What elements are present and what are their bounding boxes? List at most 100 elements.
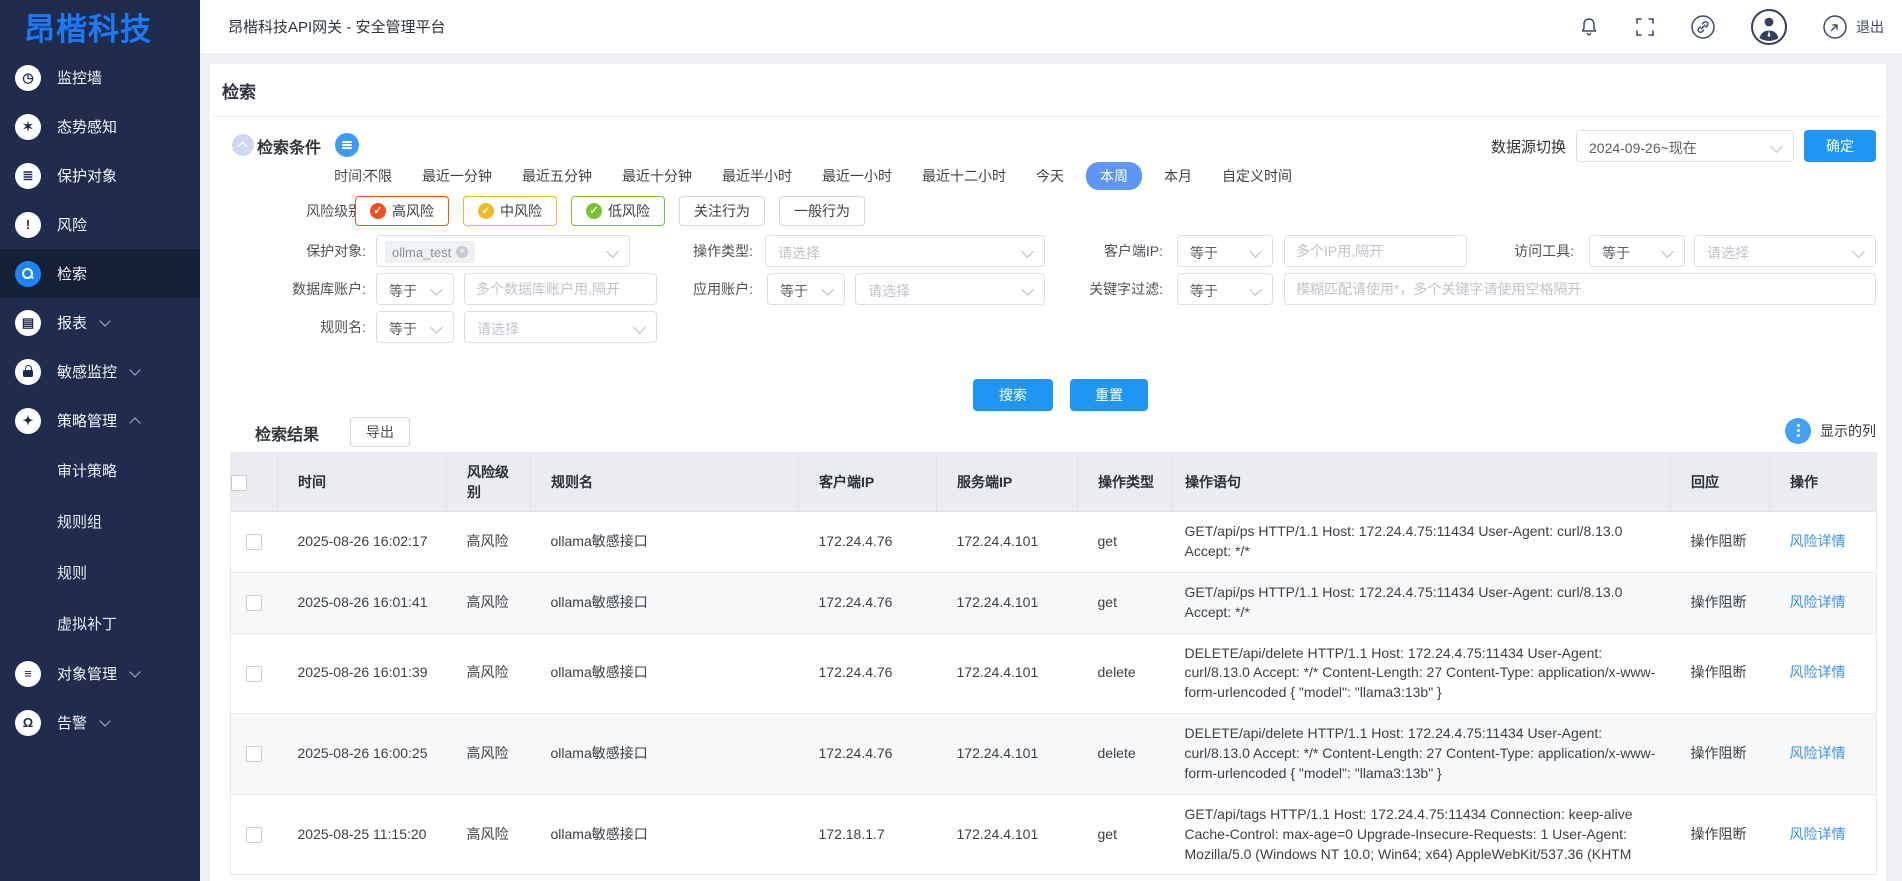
- time-option[interactable]: 最近一分钟: [422, 166, 492, 186]
- notification-bell-icon[interactable]: [1578, 16, 1600, 38]
- sidebar-item-protected-objects[interactable]: ≣保护对象: [0, 151, 200, 200]
- rule-name-label: 规则名:: [210, 311, 366, 343]
- risk-level-button-label: 中风险: [500, 201, 542, 221]
- risk-level-button[interactable]: 一般行为: [779, 196, 865, 226]
- chevron-down-icon: [1852, 245, 1865, 258]
- search-button[interactable]: 搜索: [973, 379, 1053, 411]
- export-button[interactable]: 导出: [350, 417, 410, 447]
- access-tool-label: 访问工具:: [1370, 235, 1574, 267]
- logout-label: 退出: [1856, 17, 1884, 37]
- server-ip-cell: 172.24.4.101: [937, 512, 1078, 573]
- sidebar-subitem-audit-policy[interactable]: 审计策略: [0, 445, 200, 496]
- sidebar-item-reports[interactable]: ▤报表: [0, 298, 200, 347]
- access-tool-operator-select[interactable]: 等于: [1589, 235, 1685, 267]
- time-option[interactable]: 本周: [1086, 162, 1142, 190]
- db-account-operator-select[interactable]: 等于: [376, 273, 454, 305]
- sidebar-item-label: 检索: [57, 263, 87, 284]
- column-header: 风险级别: [447, 453, 531, 512]
- rule-name-cell: ollama敏感接口: [531, 572, 799, 633]
- sidebar-item-monitor-wall[interactable]: ◷监控墙: [0, 53, 200, 102]
- link-icon[interactable]: [1690, 14, 1716, 40]
- sidebar-subitem-rule-group[interactable]: 规则组: [0, 496, 200, 547]
- column-header: 时间: [278, 453, 447, 512]
- datasource-confirm-button[interactable]: 确定: [1804, 130, 1876, 162]
- sidebar-item-policy-management[interactable]: ✦策略管理: [0, 396, 200, 445]
- sidebar-item-search[interactable]: 检索: [0, 249, 200, 298]
- rule-name-select[interactable]: 请选择: [464, 311, 657, 343]
- sidebar-item-label: 敏感监控: [57, 361, 117, 382]
- time-cell: 2025-08-26 16:01:41: [278, 572, 447, 633]
- risk-level-button[interactable]: 关注行为: [679, 196, 765, 226]
- risk-level-button[interactable]: ✓高风险: [355, 196, 449, 226]
- show-columns-toggle[interactable]: 显示的列: [1785, 418, 1876, 444]
- sidebar-subitem-virtual-patch[interactable]: 虚拟补丁: [0, 598, 200, 649]
- risk-level-button-label: 低风险: [608, 201, 650, 221]
- select-all-checkbox[interactable]: [231, 475, 247, 491]
- results-title: 检索结果: [255, 421, 319, 445]
- reset-button[interactable]: 重置: [1070, 379, 1148, 411]
- row-checkbox[interactable]: [246, 666, 262, 682]
- user-avatar[interactable]: [1750, 8, 1788, 46]
- time-option[interactable]: 今天: [1036, 166, 1064, 186]
- sidebar-item-sensitive-monitoring[interactable]: 敏感监控: [0, 347, 200, 396]
- chevron-down-icon: [1249, 245, 1262, 258]
- rule-name-operator-select[interactable]: 等于: [376, 311, 454, 343]
- collapse-conditions-icon[interactable]: [232, 134, 254, 156]
- datasource-label: 数据源切换: [1406, 136, 1566, 157]
- app-account-operator-select[interactable]: 等于: [767, 273, 845, 305]
- risk-detail-link[interactable]: 风险详情: [1790, 594, 1846, 610]
- risk-detail-link[interactable]: 风险详情: [1790, 533, 1846, 549]
- client-ip-operator-select[interactable]: 等于: [1177, 235, 1273, 267]
- datasource-select[interactable]: 2024-09-26~现在: [1576, 130, 1794, 162]
- sidebar-item-risk[interactable]: !风险: [0, 200, 200, 249]
- time-option[interactable]: 最近十分钟: [622, 166, 692, 186]
- risk-detail-link[interactable]: 风险详情: [1790, 664, 1846, 680]
- fullscreen-icon[interactable]: [1634, 16, 1656, 38]
- radar-icon: ✶: [15, 114, 41, 140]
- sidebar-item-situation-awareness[interactable]: ✶态势感知: [0, 102, 200, 151]
- sidebar-item-label: 告警: [57, 712, 87, 733]
- remove-tag-icon[interactable]: ×: [456, 246, 468, 258]
- row-checkbox[interactable]: [246, 534, 262, 550]
- row-select-cell: [231, 633, 278, 714]
- risk-level-row: 风险级别: ✓高风险✓中风险✓低风险关注行为一般行为: [210, 196, 1886, 226]
- row-checkbox[interactable]: [246, 746, 262, 762]
- conditions-menu-icon[interactable]: [335, 133, 359, 157]
- tag-text: ollma_test: [392, 245, 451, 260]
- row-checkbox[interactable]: [246, 827, 262, 843]
- sidebar-item-object-management[interactable]: ≡对象管理: [0, 649, 200, 698]
- risk-level-button-label: 一般行为: [794, 201, 850, 221]
- select-all-header: [231, 453, 278, 512]
- time-option[interactable]: 最近一小时: [822, 166, 892, 186]
- time-option[interactable]: 最近五分钟: [522, 166, 592, 186]
- risk-level-cell: 高风险: [447, 512, 531, 573]
- time-option[interactable]: 最近半小时: [722, 166, 792, 186]
- table-row: 2025-08-26 16:02:17高风险ollama敏感接口172.24.4…: [231, 512, 1877, 573]
- sidebar-item-alarm[interactable]: Ω告警: [0, 698, 200, 747]
- chevron-down-icon: [129, 364, 140, 375]
- keyword-operator-select[interactable]: 等于: [1177, 273, 1273, 305]
- server-ip-cell: 172.24.4.101: [937, 633, 1078, 714]
- row-checkbox[interactable]: [246, 595, 262, 611]
- list-icon: ≡: [15, 661, 41, 687]
- risk-detail-link[interactable]: 风险详情: [1790, 745, 1846, 761]
- time-option[interactable]: 自定义时间: [1222, 166, 1292, 186]
- logout-button[interactable]: 退出: [1822, 14, 1902, 40]
- risk-level-cell: 高风险: [447, 633, 531, 714]
- risk-level-button[interactable]: ✓中风险: [463, 196, 557, 226]
- response-cell: 操作阻断: [1671, 572, 1770, 633]
- sidebar-subitem-rules[interactable]: 规则: [0, 547, 200, 598]
- time-option[interactable]: 最近十二小时: [922, 166, 1006, 186]
- time-cell: 2025-08-26 16:01:39: [278, 633, 447, 714]
- time-option[interactable]: 不限: [364, 166, 392, 186]
- risk-level-button[interactable]: ✓低风险: [571, 196, 665, 226]
- sidebar-item-label: 策略管理: [57, 410, 117, 431]
- protect-object-label: 保护对象:: [210, 235, 366, 267]
- response-cell: 操作阻断: [1671, 633, 1770, 714]
- risk-detail-link[interactable]: 风险详情: [1790, 826, 1846, 842]
- topbar: 昂楷科技API网关 - 安全管理平台 退出: [200, 0, 1902, 54]
- access-tool-select[interactable]: 请选择: [1694, 235, 1876, 267]
- keyword-input[interactable]: [1284, 273, 1876, 305]
- client-ip-cell: 172.24.4.76: [799, 512, 937, 573]
- time-option[interactable]: 本月: [1164, 166, 1192, 186]
